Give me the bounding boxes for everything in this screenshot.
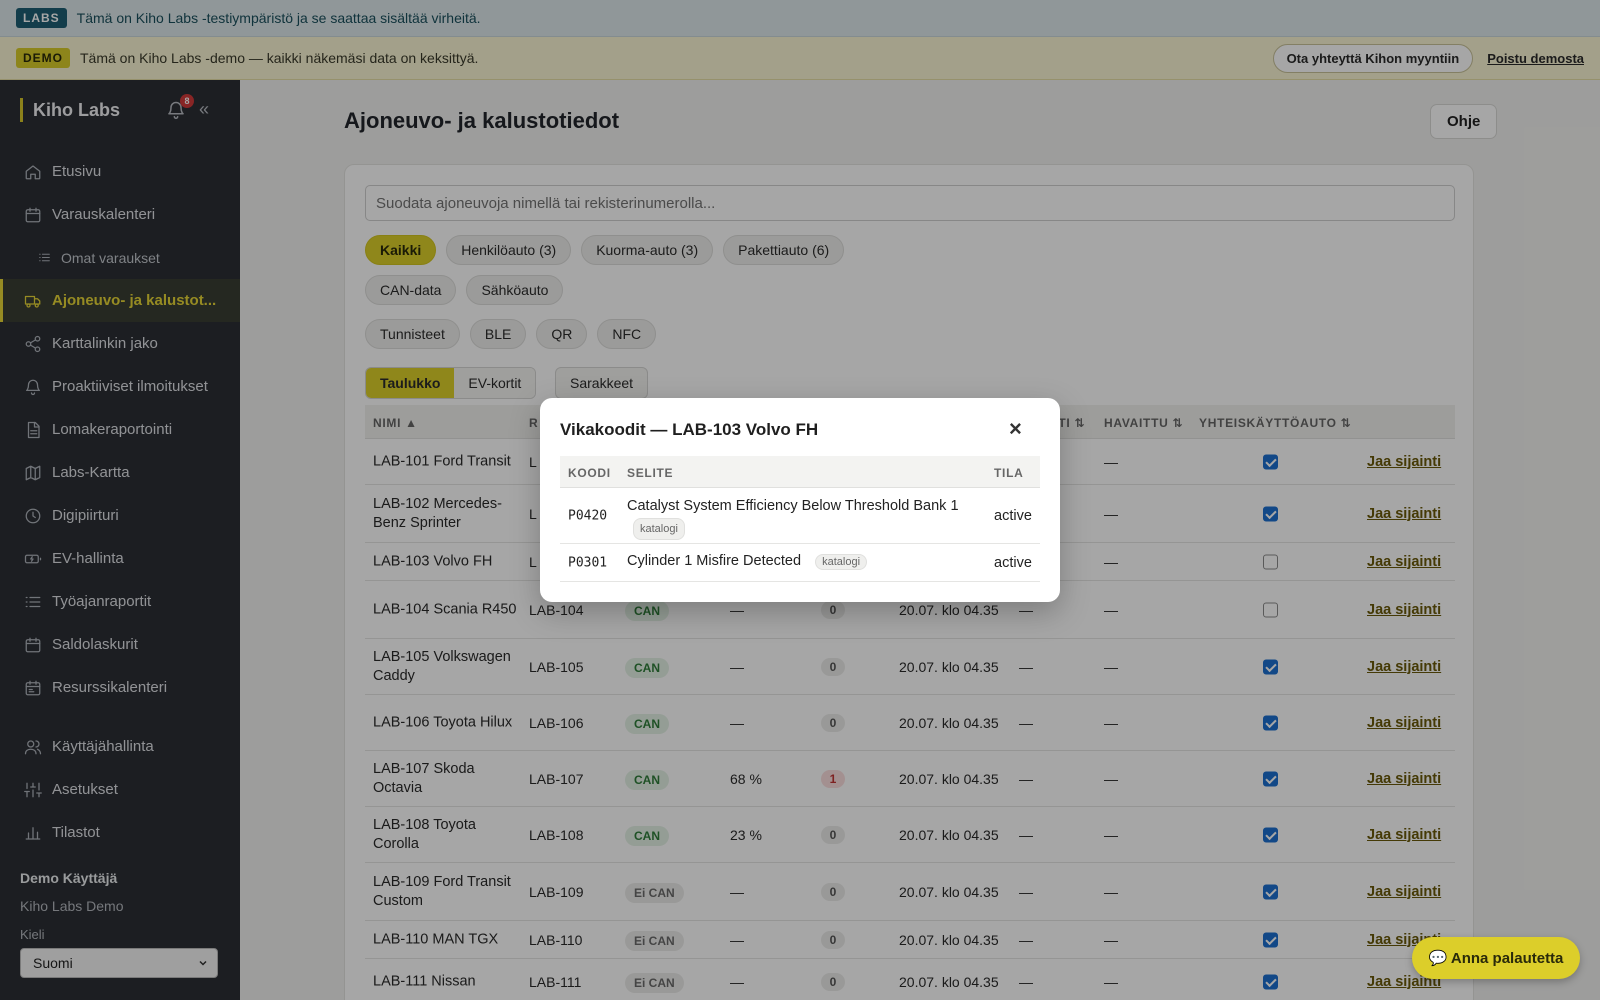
fault-codes-modal: Vikakoodit — LAB-103 Volvo FH × KOODI SE… <box>540 398 1060 602</box>
close-icon[interactable]: × <box>1009 418 1022 440</box>
fault-code-row: P0301 Cylinder 1 Misfire Detected katalo… <box>560 544 1040 582</box>
fault-code: P0420 <box>568 508 608 523</box>
fault-description: Catalyst System Efficiency Below Thresho… <box>627 497 959 540</box>
column-header-description: SELITE <box>627 466 674 480</box>
fault-status: active <box>994 507 1032 524</box>
fault-description-text: Catalyst System Efficiency Below Thresho… <box>627 498 959 514</box>
feedback-button[interactable]: 💬 Anna palautetta <box>1412 937 1580 979</box>
fault-status: active <box>994 554 1032 571</box>
fault-description: Cylinder 1 Misfire Detected katalogi <box>627 553 868 570</box>
column-header-status: TILA <box>994 466 1024 480</box>
catalog-tag: katalogi <box>633 518 685 540</box>
fault-code-row: P0420 Catalyst System Efficiency Below T… <box>560 488 1040 544</box>
column-header-code: KOODI <box>568 466 611 480</box>
catalog-tag: katalogi <box>815 554 868 570</box>
modal-title: Vikakoodit — LAB-103 Volvo FH <box>560 420 819 439</box>
fault-code: P0301 <box>568 555 608 570</box>
fault-codes-header: KOODI SELITE TILA <box>560 456 1040 488</box>
fault-description-text: Cylinder 1 Misfire Detected <box>627 553 802 569</box>
